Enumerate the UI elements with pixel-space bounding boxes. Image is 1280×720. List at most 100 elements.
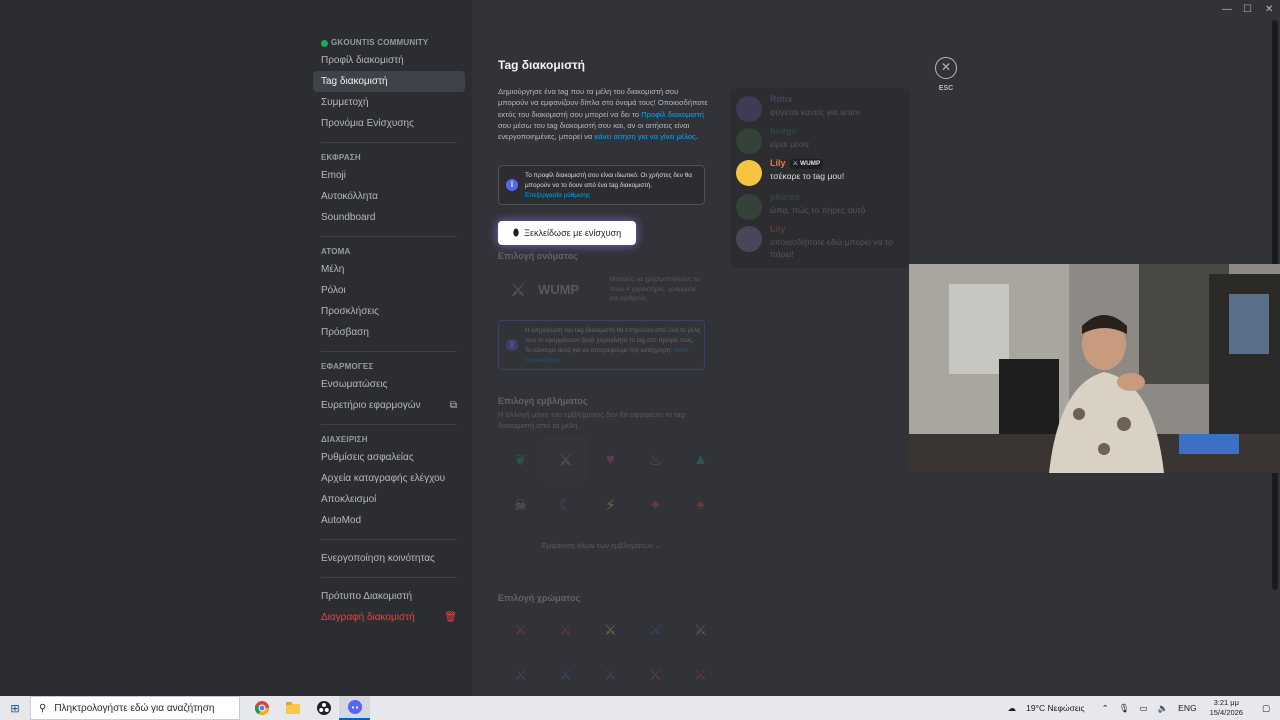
color-option[interactable]: ⚔ <box>633 652 678 697</box>
color-option[interactable]: ⚔ <box>678 607 723 652</box>
badge-option-lightning-icon[interactable]: ⚡ <box>588 482 633 527</box>
info-icon: i <box>506 339 518 351</box>
color-option[interactable]: ⚔ <box>498 652 543 697</box>
sword-icon: ⚔ <box>648 666 663 684</box>
divider <box>321 351 457 352</box>
badge-option-flame-icon[interactable]: ♨ <box>633 437 678 482</box>
tag-name-input[interactable]: ⚔ WUMP Μπορείς να χρησιμοποιήσεις το πολ… <box>498 272 705 308</box>
divider <box>321 236 457 237</box>
sword-icon: ⚔ <box>693 621 708 639</box>
color-option[interactable]: ⚔ <box>543 652 588 697</box>
clock[interactable]: 3:21 μμ 15/4/2026 <box>1210 698 1243 718</box>
name-section-label: Επιλογή ονόματος <box>498 251 578 261</box>
sword-icon: ⚔ <box>558 666 573 684</box>
unlock-with-boost-button[interactable]: ⬮ Ξεκλείδωσε με ενίσχυση <box>498 221 636 245</box>
chat-message-text: είμαι μέσα <box>770 139 810 149</box>
info-icon: i <box>506 179 518 191</box>
sidebar-item-μέλη[interactable]: Μέλη <box>313 259 465 280</box>
sidebar-item-automod[interactable]: AutoMod <box>313 510 465 531</box>
moon-icon: ☾ <box>558 496 573 514</box>
maximize-button[interactable]: ☐ <box>1243 4 1252 15</box>
sidebar-item-soundboard[interactable]: Soundboard <box>313 207 465 228</box>
sidebar-item-emoji[interactable]: Emoji <box>313 165 465 186</box>
community-dot-icon <box>321 39 328 47</box>
leaf-icon: ❦ <box>514 451 527 469</box>
search-icon: ⚲ <box>39 702 47 714</box>
badge-description: Η αλλαγή μόνο του εμβλήματος δεν θα αφαι… <box>498 410 685 430</box>
sidebar-item-enable-community[interactable]: Ενεργοποίηση κοινότητας <box>313 548 465 569</box>
badge-option-gem-icon[interactable]: ✦ <box>633 482 678 527</box>
network-icon[interactable]: ▭ <box>1140 703 1148 714</box>
chat-message: huego είμαι μέσα <box>736 126 906 156</box>
sidebar-item-tag-διακομιστή[interactable]: Tag διακομιστή <box>313 71 465 92</box>
people-header: ΑΤΟΜΑ <box>321 247 351 256</box>
badge-option-droplet-icon[interactable]: ▲ <box>678 437 723 482</box>
color-option[interactable]: ⚔ <box>633 607 678 652</box>
color-option[interactable]: ⚔ <box>678 652 723 697</box>
color-option[interactable]: ⚔ <box>498 607 543 652</box>
chat-username: Lily ⚔ WUMP <box>770 158 824 169</box>
heart-icon: ♥ <box>606 451 615 468</box>
windows-start-icon[interactable]: ⊞ <box>0 696 30 720</box>
sidebar-item-delete-server[interactable]: Διαγραφή διακομιστή 🗑 <box>313 607 465 628</box>
apps-header: ΕΦΑΡΜΟΓΕΣ <box>321 362 374 371</box>
lightning-icon: ⚡ <box>605 496 616 514</box>
system-tray: ☁ 19°C Νεφώσεις ⌃ 🎙 ▭ 🔈 ENG 3:21 μμ 15/4… <box>1003 696 1280 720</box>
sidebar-item-συμμετοχή[interactable]: Συμμετοχή <box>313 92 465 113</box>
chat-username: huego <box>770 126 797 136</box>
sidebar-item-προνόμια-ενίσχυσης[interactable]: Προνόμια Ενίσχυσης <box>313 113 465 134</box>
close-window-button[interactable]: ✕ <box>1265 4 1273 15</box>
sidebar-item-αποκλεισμοί[interactable]: Αποκλεισμοί <box>313 489 465 510</box>
obs-icon[interactable] <box>308 696 339 720</box>
tag-description: Δημιούργησε ένα tag που τα μέλη του διακ… <box>498 87 708 142</box>
volume-icon[interactable]: 🔈 <box>1158 703 1169 714</box>
sidebar-item-αρχεία-καταγραφής-ελέγχου[interactable]: Αρχεία καταγραφής ελέγχου <box>313 468 465 489</box>
chat-username: Lily <box>770 224 786 234</box>
badge-option-sword-icon[interactable]: ⚔ <box>543 437 588 482</box>
weather-text[interactable]: 19°C Νεφώσεις <box>1026 703 1084 713</box>
language-indicator[interactable]: ENG <box>1178 703 1196 713</box>
notification-icon[interactable]: ▢ <box>1262 703 1270 714</box>
esc-label: ESC <box>938 85 954 92</box>
badge-option-mushroom-icon[interactable]: ♠ <box>678 482 723 527</box>
sword-icon: ⚔ <box>510 280 527 300</box>
badge-option-moon-icon[interactable]: ☾ <box>543 482 588 527</box>
chat-message-text: οποιοσδήποτε εδώ μπορεί να το πάρει! <box>770 237 893 259</box>
server-profile-link[interactable]: Προφίλ διακομιστή <box>641 110 704 119</box>
chat-message-text: τσέκαρε το tag μου! <box>770 171 845 181</box>
color-option[interactable]: ⚔ <box>588 607 633 652</box>
sidebar-item-αυτοκόλλητα[interactable]: Αυτοκόλλητα <box>313 186 465 207</box>
close-settings-button[interactable]: ✕ <box>935 57 957 79</box>
sidebar-item-προφίλ-διακομιστή[interactable]: Προφίλ διακομιστή <box>313 50 465 71</box>
sidebar-item-ρόλοι[interactable]: Ρόλοι <box>313 280 465 301</box>
chevron-up-icon[interactable]: ⌃ <box>1102 703 1109 714</box>
sidebar-item-ρυθμίσεις-ασφαλείας[interactable]: Ρυθμίσεις ασφαλείας <box>313 447 465 468</box>
microphone-icon[interactable]: 🎙 <box>1119 703 1130 714</box>
windows-taskbar: ⊞ ⚲ Πληκτρολογήστε εδώ για αναζήτηση ☁ 1… <box>0 696 1280 720</box>
badge-option-skull-icon[interactable]: ☠ <box>498 482 543 527</box>
settings-sidebar: GKOUNTIS COMMUNITY Προφίλ διακομιστή Tag … <box>0 0 472 696</box>
chat-username: Robx <box>770 94 793 104</box>
discord-icon[interactable] <box>339 696 370 720</box>
color-option[interactable]: ⚔ <box>588 652 633 697</box>
taskbar-search-input[interactable]: ⚲ Πληκτρολογήστε εδώ για αναζήτηση <box>30 696 240 720</box>
sidebar-item-ευρετήριο-εφαρμογών[interactable]: Ευρετήριο εφαρμογών ⧉ <box>313 395 465 416</box>
chrome-icon[interactable] <box>246 696 277 720</box>
sidebar-item-πρόσβαση[interactable]: Πρόσβαση <box>313 322 465 343</box>
file-explorer-icon[interactable] <box>277 696 308 720</box>
color-option[interactable]: ⚔ <box>543 607 588 652</box>
divider <box>321 539 457 540</box>
sidebar-item-προσκλήσεις[interactable]: Προσκλήσεις <box>313 301 465 322</box>
chat-message: Lily ⚔ WUMP τσέκαρε το tag μου! <box>736 158 906 188</box>
sidebar-item-server-template[interactable]: Πρότυπο Διακομιστή <box>313 586 465 607</box>
edit-setting-link[interactable]: Επεξεργασία ρύθμισης <box>525 192 590 199</box>
show-all-badges-button[interactable]: Εμφάνιση όλων των εμβλημάτων ⌄ <box>498 541 705 550</box>
minimize-button[interactable]: — <box>1222 4 1232 15</box>
badge-option-leaf-icon[interactable]: ❦ <box>498 437 543 482</box>
apply-to-join-link[interactable]: κάνει αίτηση για να γίνει μέλος <box>594 132 695 141</box>
sidebar-item-ενσωματώσεις[interactable]: Ενσωματώσεις <box>313 374 465 395</box>
sword-icon: ⚔ <box>603 621 618 639</box>
badge-option-heart-icon[interactable]: ♥ <box>588 437 633 482</box>
chat-message-text: φύγεται κανείς για aram <box>770 107 860 117</box>
divider <box>321 577 457 578</box>
